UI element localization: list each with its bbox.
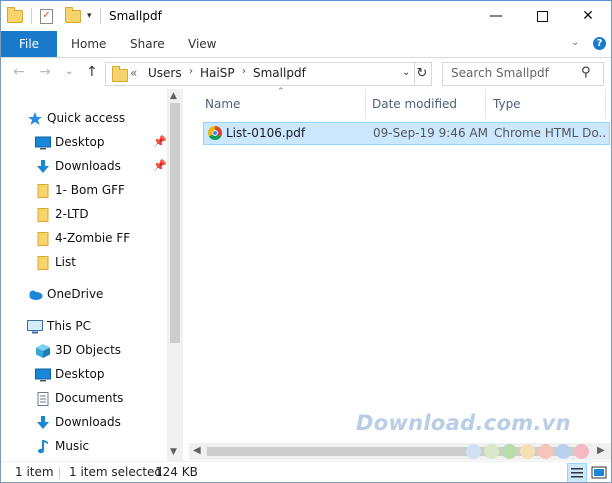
expand-ribbon-icon[interactable]: ⌄ [571,37,579,48]
selection-count: 1 item selected [69,465,163,479]
large-icons-view-button[interactable] [589,463,609,482]
watermark-dot [556,444,571,459]
breadcrumb-separator[interactable]: › [189,66,193,77]
status-bar: 1 item 1 item selected 124 KB [1,461,611,482]
star-icon [27,111,43,125]
chrome-icon [208,126,222,140]
folder-icon [35,183,51,198]
column-header-date[interactable]: Date modified [372,89,457,119]
folder-icon [7,6,23,23]
maximize-icon [536,10,548,22]
toolbar-divider [99,8,101,24]
scroll-right-icon[interactable]: ▶ [597,445,605,456]
column-divider[interactable] [365,89,366,119]
desktop-icon [35,135,51,150]
breadcrumb-separator[interactable]: › [242,66,246,77]
large-icons-view-icon [591,466,607,479]
refresh-button[interactable]: ↻ [413,62,432,86]
watermark-dots [466,444,589,459]
maximize-button[interactable] [519,1,565,31]
tab-home[interactable]: Home [71,31,106,57]
breadcrumb-users[interactable]: Users [148,66,182,80]
documents-icon [35,391,51,406]
scroll-up-icon[interactable]: ▲ [170,91,177,101]
music-icon [35,439,51,454]
forward-button[interactable]: → [39,64,51,80]
title-bar: ✓ ▾ Smallpdf — ✕ [1,1,611,31]
address-bar[interactable]: « Users › HaiSP › Smallpdf ⌄ [105,62,415,86]
back-button[interactable]: ← [13,64,25,80]
properties-icon[interactable]: ✓ [40,8,53,24]
tab-share[interactable]: Share [130,31,165,57]
scroll-down-icon[interactable]: ▼ [170,447,177,457]
quick-access-toolbar: ✓ ▾ [7,6,107,25]
folder-icon [112,66,128,82]
tab-file[interactable]: File [1,31,57,57]
navigation-pane: Quick access Desktop 📌 Downloads 📌 1- Bo… [1,89,183,461]
file-list: ⌃ Name Date modified Type List-0106.pdf … [191,87,611,461]
file-name: List-0106.pdf [226,126,306,140]
watermark-dot [520,444,535,459]
address-dropdown-icon[interactable]: ⌄ [402,67,410,78]
desktop-icon [35,367,51,382]
file-row[interactable]: List-0106.pdf 09-Sep-19 9:46 AM Chrome H… [203,122,610,145]
search-icon[interactable]: ⚲ [581,65,591,80]
3d-objects-icon [35,343,51,358]
breadcrumb-smallpdf[interactable]: Smallpdf [253,66,306,80]
file-type: Chrome HTML Do... [494,126,606,140]
downloads-icon [35,159,51,173]
column-header-type[interactable]: Type [493,89,521,119]
column-divider[interactable] [485,89,486,119]
selection-size: 124 KB [155,465,198,479]
breadcrumb-haisp[interactable]: HaiSP [200,66,235,80]
watermark-dot [502,444,517,459]
folder-icon [35,231,51,246]
recent-locations-button[interactable]: ⌄ [65,66,73,77]
column-header-name[interactable]: Name [205,89,240,119]
minimize-button[interactable]: — [473,1,519,31]
folder-icon [35,207,51,222]
downloads-icon [35,415,51,429]
file-explorer-window: ✓ ▾ Smallpdf — ✕ File Home Share View ⌄ … [0,0,612,483]
scroll-left-icon[interactable]: ◀ [193,445,201,456]
new-folder-icon[interactable] [65,6,81,23]
search-input[interactable] [443,63,579,83]
address-row: ← → ⌄ ↑ « Users › HaiSP › Smallpdf ⌄ ↻ ⚲ [1,58,611,88]
details-view-button[interactable] [567,463,587,482]
folder-icon [35,255,51,270]
watermark-dot [484,444,499,459]
toolbar-divider [31,8,32,24]
details-view-icon [571,468,583,478]
watermark-dot [538,444,553,459]
close-button[interactable]: ✕ [565,1,611,31]
ribbon-tabs: File Home Share View ⌄ ? [1,31,611,58]
breadcrumb-overflow[interactable]: « [130,66,137,80]
watermark: Download.com.vn [356,411,571,435]
pin-icon[interactable]: 📌 [153,159,167,172]
computer-icon [27,319,43,334]
customize-toolbar-dropdown[interactable]: ▾ [87,11,92,21]
up-button[interactable]: ↑ [86,64,98,80]
watermark-dot [466,444,481,459]
onedrive-icon [27,287,43,301]
window-title: Smallpdf [109,9,162,23]
column-divider[interactable] [605,89,606,119]
watermark-dot [574,444,589,459]
search-box[interactable]: ⚲ [442,62,604,86]
tab-view[interactable]: View [188,31,216,57]
sort-ascending-icon: ⌃ [277,87,285,97]
file-date: 09-Sep-19 9:46 AM [373,126,488,140]
nav-pane-scrollbar[interactable]: ▲ ▼ [167,89,183,461]
help-icon[interactable]: ? [593,37,606,50]
pin-icon[interactable]: 📌 [153,135,167,148]
item-count: 1 item [15,465,54,479]
status-divider [59,467,60,479]
scrollbar-thumb[interactable] [170,103,180,343]
